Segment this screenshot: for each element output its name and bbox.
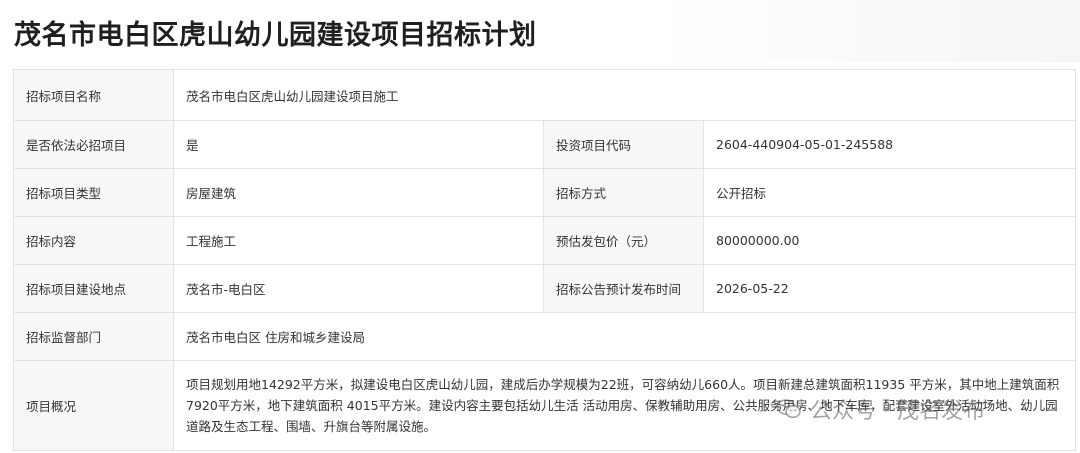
tender-content-value: 工程施工 xyxy=(173,216,544,265)
project-type-value: 房屋建筑 xyxy=(173,168,544,217)
estimated-price-label: 预估发包价（元） xyxy=(543,216,704,265)
project-name-value: 茂名市电白区虎山幼儿园建设项目施工 xyxy=(173,69,1076,121)
tender-method-value: 公开招标 xyxy=(703,168,1076,217)
table-row: 招标项目建设地点 茂名市-电白区 招标公告预计发布时间 2026-05-22 xyxy=(13,264,1076,313)
supervision-dept-value: 茂名市电白区 住房和城乡建设局 xyxy=(173,312,1076,361)
publish-date-value: 2026-05-22 xyxy=(703,264,1076,313)
project-name-label: 招标项目名称 xyxy=(13,69,174,121)
investment-code-label: 投资项目代码 xyxy=(543,120,704,169)
watermark-text: 公众号 · 茂名发布 xyxy=(810,399,985,424)
supervision-dept-label: 招标监督部门 xyxy=(13,312,174,361)
table-row: 招标项目名称 茂名市电白区虎山幼儿园建设项目施工 xyxy=(13,69,1076,121)
wechat-icon xyxy=(776,399,801,419)
construction-site-label: 招标项目建设地点 xyxy=(13,264,174,313)
project-overview-label: 项目概况 xyxy=(13,360,174,451)
table-row: 招标项目类型 房屋建筑 招标方式 公开招标 xyxy=(13,168,1076,217)
page: 茂名市电白区虎山幼儿园建设项目招标计划 招标项目名称 茂名市电白区虎山幼儿园建设… xyxy=(0,0,1080,453)
page-title: 茂名市电白区虎山幼儿园建设项目招标计划 xyxy=(14,20,537,51)
project-type-label: 招标项目类型 xyxy=(13,168,174,217)
watermark: 公众号 · 茂名发布 xyxy=(776,393,985,425)
investment-code-value: 2604-440904-05-01-245588 xyxy=(703,120,1076,169)
construction-site-value: 茂名市-电白区 xyxy=(173,264,544,313)
table-row: 是否依法必招项目 是 投资项目代码 2604-440904-05-01-2455… xyxy=(13,120,1076,169)
tender-content-label: 招标内容 xyxy=(13,216,174,265)
tender-method-label: 招标方式 xyxy=(543,168,704,217)
mandatory-tender-value: 是 xyxy=(173,120,544,169)
table-row: 招标监督部门 茂名市电白区 住房和城乡建设局 xyxy=(13,312,1076,361)
publish-date-label: 招标公告预计发布时间 xyxy=(543,264,704,313)
table-row: 招标内容 工程施工 预估发包价（元） 80000000.00 xyxy=(13,216,1076,265)
mandatory-tender-label: 是否依法必招项目 xyxy=(13,120,174,169)
estimated-price-value: 80000000.00 xyxy=(703,216,1076,265)
